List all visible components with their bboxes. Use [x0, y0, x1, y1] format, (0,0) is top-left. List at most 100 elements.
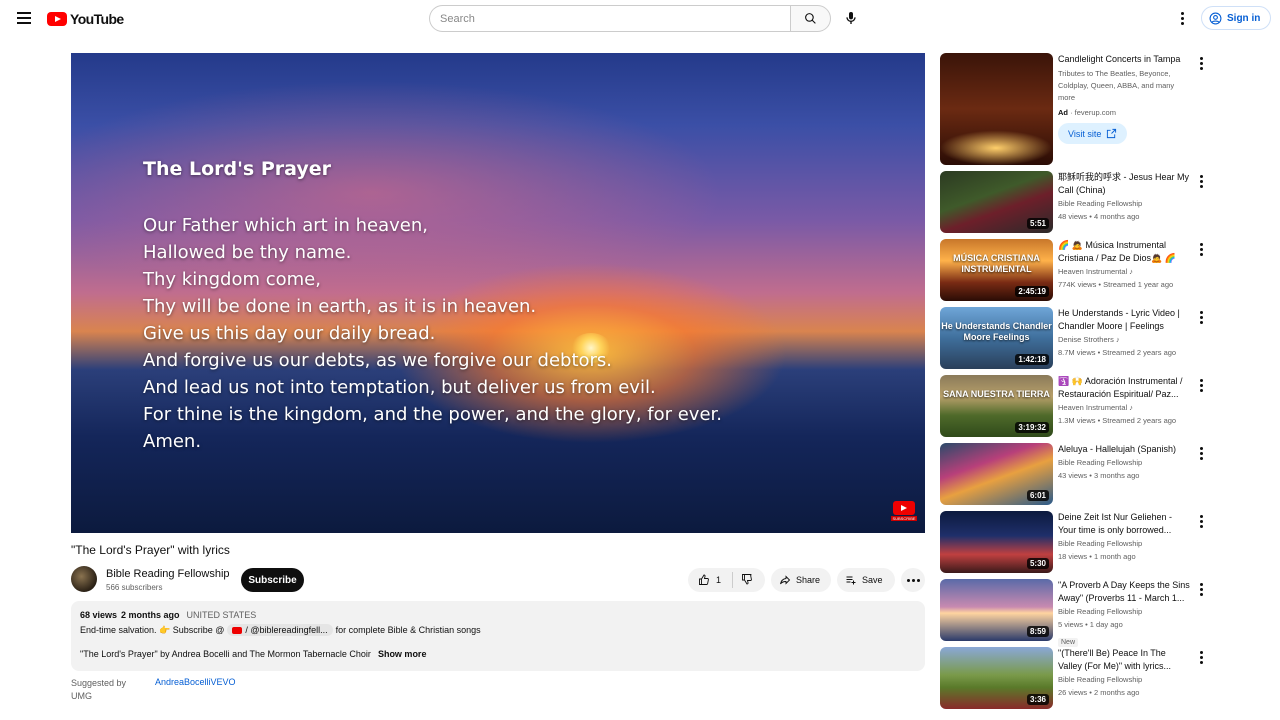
voice-search-button[interactable] — [843, 10, 859, 26]
subscribe-watermark[interactable]: SUBSCRIBE — [891, 501, 917, 523]
channel-row: Bible Reading Fellowship 566 subscribers… — [71, 566, 925, 594]
video-duration: 5:30 — [1026, 558, 1049, 569]
watermark-text: SUBSCRIBE — [891, 516, 917, 521]
video-duration: 5:51 — [1026, 218, 1049, 229]
channel-name[interactable]: Bible Reading Fellowship — [106, 568, 230, 580]
video-thumbnail[interactable]: 3:36 — [940, 647, 1053, 709]
recommendation-channel[interactable]: Heaven Instrumental ♪ — [1058, 402, 1190, 414]
recommendation-menu-button[interactable] — [1198, 311, 1204, 324]
save-button[interactable]: Save — [837, 568, 895, 592]
top-bar: YouTube Sign in — [0, 0, 1280, 36]
recommendation-card[interactable]: 5:51 耶稣听我的呼求 - Jesus Hear My Call (China)… — [940, 171, 1210, 233]
recommendation-card[interactable]: 5:30 Deine Zeit Ist Nur Geliehen - Your t… — [940, 511, 1210, 573]
ad-domain: feverup.com — [1074, 108, 1116, 117]
recommendation-menu-button[interactable] — [1198, 515, 1204, 528]
ad-card[interactable]: Candlelight Concerts in Tampa Tributes t… — [940, 53, 1210, 165]
recommendation-menu-button[interactable] — [1198, 243, 1204, 256]
lyrics-line: For thine is the kingdom, and the power,… — [143, 404, 723, 425]
sign-in-button[interactable]: Sign in — [1201, 6, 1271, 30]
recommendation-title[interactable]: 🌈 🙇 Música Instrumental Cristiana / Paz … — [1058, 239, 1190, 265]
description-line: "The Lord's Prayer" by Andrea Bocelli an… — [80, 649, 916, 659]
ad-menu-button[interactable] — [1198, 57, 1204, 70]
ad-source: Ad · feverup.com — [1058, 108, 1116, 117]
lyrics-line: Our Father which art in heaven, — [143, 215, 428, 236]
recommendation-card[interactable]: MÚSICA CRISTIANA INSTRUMENTAL 2:45:19 🌈 🙇 … — [940, 239, 1210, 301]
recommendation-title[interactable]: Aleluya - Hallelujah (Spanish) — [1058, 443, 1190, 456]
upload-age: 2 months ago — [121, 610, 180, 620]
recommendation-channel[interactable]: Heaven Instrumental ♪ — [1058, 266, 1190, 278]
recommendation-card[interactable]: SANA NUESTRA TIERRA 3:19:32 🛐 🙌 Adoración … — [940, 375, 1210, 437]
search-button[interactable] — [790, 5, 831, 32]
settings-more-button[interactable] — [1176, 10, 1188, 26]
show-more-button[interactable]: Show more — [378, 649, 427, 659]
video-title: "The Lord's Prayer" with lyrics — [71, 543, 230, 557]
recommendation-card[interactable]: He Understands Chandler Moore Feelings 1:… — [940, 307, 1210, 369]
lyrics-line: Give us this day our daily bread. — [143, 323, 436, 344]
recommendation-title[interactable]: 耶稣听我的呼求 - Jesus Hear My Call (China) — [1058, 171, 1190, 197]
recommendation-menu-button[interactable] — [1198, 447, 1204, 460]
recommendation-menu-button[interactable] — [1198, 175, 1204, 188]
recommendation-channel[interactable]: Bible Reading Fellowship — [1058, 198, 1190, 210]
recommendation-channel[interactable]: Bible Reading Fellowship — [1058, 606, 1190, 618]
suggested-by-owner: UMG — [71, 691, 92, 701]
suggested-channel-link[interactable]: AndreaBocelliVEVO — [155, 677, 236, 687]
recommendation-title[interactable]: 🛐 🙌 Adoración Instrumental / Restauració… — [1058, 375, 1190, 401]
recommendation-channel[interactable]: Bible Reading Fellowship — [1058, 674, 1190, 686]
recommendation-title[interactable]: "A Proverb A Day Keeps the Sins Away" (P… — [1058, 579, 1190, 605]
recommendation-channel[interactable]: Bible Reading Fellowship — [1058, 538, 1190, 550]
recommendation-stats: 26 views • 2 months ago — [1058, 688, 1140, 697]
recommendation-title[interactable]: "(There'll Be) Peace In The Valley (For … — [1058, 647, 1190, 673]
description-suffix: for complete Bible & Christian songs — [335, 625, 481, 635]
video-thumbnail[interactable]: 6:01 — [940, 443, 1053, 505]
ad-label: Ad — [1058, 108, 1068, 117]
location-tag[interactable]: UNITED STATES — [187, 610, 257, 620]
recommendation-stats: 8.7M views • Streamed 2 years ago — [1058, 348, 1177, 357]
account-icon — [1209, 12, 1222, 24]
subscribe-button[interactable]: Subscribe — [241, 568, 304, 592]
recommendation-channel[interactable]: Denise Strothers ♪ — [1058, 334, 1190, 346]
recommendation-title[interactable]: He Understands - Lyric Video | Chandler … — [1058, 307, 1190, 333]
search-icon — [805, 13, 816, 24]
dislike-button[interactable] — [733, 573, 753, 587]
video-player[interactable]: The Lord's Prayer Our Father which art i… — [71, 53, 925, 533]
more-actions-button[interactable] — [901, 568, 925, 592]
mention-text: / @biblereadingfell... — [245, 625, 328, 635]
channel-mention[interactable]: / @biblereadingfell... — [227, 624, 333, 636]
recommendation-card[interactable]: 3:36 "(There'll Be) Peace In The Valley (… — [940, 647, 1210, 709]
subscriber-count: 566 subscribers — [106, 583, 163, 592]
youtube-play-icon — [47, 12, 67, 26]
ad-description: Tributes to The Beatles, Beyonce, Coldpl… — [1058, 69, 1175, 102]
recommendation-info: Deine Zeit Ist Nur Geliehen - Your time … — [1058, 511, 1190, 563]
recommendation-menu-button[interactable] — [1198, 379, 1204, 392]
suggested-by: Suggested by UMG — [71, 677, 126, 703]
youtube-icon — [232, 626, 243, 634]
visit-site-button[interactable]: Visit site — [1058, 123, 1128, 144]
recommendation-card[interactable]: 8:59 "A Proverb A Day Keeps the Sins Away… — [940, 579, 1210, 647]
like-button[interactable]: 1 — [688, 572, 733, 588]
recommendation-menu-button[interactable] — [1198, 651, 1204, 664]
menu-icon[interactable] — [14, 8, 34, 28]
video-thumbnail[interactable]: He Understands Chandler Moore Feelings 1:… — [940, 307, 1053, 369]
suggested-by-label: Suggested by — [71, 678, 127, 688]
recommendation-menu-button[interactable] — [1198, 583, 1204, 596]
recommendation-channel[interactable]: Bible Reading Fellowship — [1058, 457, 1190, 469]
ad-thumbnail[interactable] — [940, 53, 1053, 165]
channel-avatar[interactable] — [71, 566, 97, 592]
share-button[interactable]: Share — [771, 568, 831, 592]
recommendation-stats: 43 views • 3 months ago — [1058, 471, 1140, 480]
ad-title[interactable]: Candlelight Concerts in Tampa — [1058, 53, 1190, 66]
thumbnail-text: He Understands Chandler Moore Feelings — [941, 321, 1052, 342]
youtube-logo[interactable]: YouTube — [47, 11, 124, 27]
search-input[interactable] — [429, 5, 790, 32]
recommendation-title[interactable]: Deine Zeit Ist Nur Geliehen - Your time … — [1058, 511, 1190, 537]
lyrics-line: Amen. — [143, 431, 202, 452]
video-thumbnail[interactable]: 5:30 — [940, 511, 1053, 573]
recommendation-card[interactable]: 6:01 Aleluya - Hallelujah (Spanish) Bible … — [940, 443, 1210, 505]
video-thumbnail[interactable]: 8:59 — [940, 579, 1053, 641]
video-thumbnail[interactable]: MÚSICA CRISTIANA INSTRUMENTAL 2:45:19 — [940, 239, 1053, 301]
description-box[interactable]: 68 views 2 months ago UNITED STATES End-… — [71, 601, 925, 671]
video-thumbnail[interactable]: 5:51 — [940, 171, 1053, 233]
view-count: 68 views — [80, 610, 118, 620]
recommendation-stats: 18 views • 1 month ago — [1058, 552, 1136, 561]
video-thumbnail[interactable]: SANA NUESTRA TIERRA 3:19:32 — [940, 375, 1053, 437]
